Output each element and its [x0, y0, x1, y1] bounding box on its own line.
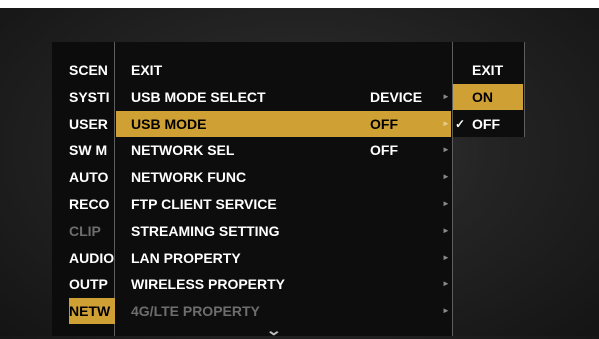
main-menu-item[interactable]: CLIP [69, 218, 115, 244]
option-item-label: EXIT [472, 62, 504, 78]
submenu-arrow-icon: ► [442, 145, 450, 155]
main-menu-item-label: SCEN [69, 62, 108, 78]
network-menu-item-label: WIRELESS PROPERTY [131, 276, 286, 293]
main-menu-item[interactable]: SW M [69, 137, 115, 163]
network-menu-item-value: OFF [370, 115, 398, 132]
network-menu-item[interactable]: FTP CLIENT SERVICE ► [116, 191, 451, 217]
submenu-arrow-icon: ► [442, 91, 450, 101]
option-item[interactable]: ✓ OFF [453, 111, 523, 137]
option-item-label: ON [472, 88, 493, 105]
network-menu-item-label: USB MODE SELECT [131, 88, 266, 105]
network-menu-item[interactable]: USB MODE OFF ► [116, 110, 451, 137]
network-menu-item-label: 4G/LTE PROPERTY [131, 303, 260, 320]
network-menu-item-label: NETWORK SEL [131, 142, 235, 159]
main-menu-item-label: NETW [69, 303, 111, 320]
main-menu-item[interactable]: RECO [69, 191, 115, 217]
network-menu-item-label: EXIT [131, 62, 163, 78]
main-menu-item[interactable]: USER [69, 111, 115, 137]
divider-line [524, 42, 525, 137]
main-menu-item[interactable]: OUTP [69, 271, 115, 297]
network-menu-item-value: OFF [370, 142, 398, 159]
main-menu-item-label: SW M [69, 142, 108, 159]
main-menu-item-label: AUTO [69, 169, 109, 186]
network-menu-item[interactable]: NETWORK FUNC ► [116, 164, 451, 190]
network-menu-item-label: NETWORK FUNC [131, 169, 247, 186]
submenu-arrow-icon: ► [442, 225, 450, 235]
main-menu-item[interactable]: AUTO [69, 164, 115, 190]
main-menu-item-label: RECO [69, 196, 110, 212]
network-menu-item[interactable]: WIRELESS PROPERTY ► [116, 271, 451, 297]
network-menu-item-value: DEVICE [370, 88, 423, 105]
checkmark-icon: ✓ [455, 116, 466, 131]
network-menu-item-label: USB MODE [131, 115, 207, 132]
main-menu-item[interactable]: AUDIO [69, 245, 115, 271]
main-menu-item[interactable]: NETW [69, 298, 115, 325]
main-menu-item-label: USER [69, 115, 108, 132]
option-item[interactable]: EXIT [453, 57, 523, 83]
main-menu-item-label: AUDIO [69, 249, 115, 266]
network-menu-item-label: STREAMING SETTING [131, 222, 280, 239]
top-border [0, 0, 599, 8]
network-menu-item[interactable]: LAN PROPERTY ► [116, 245, 451, 271]
submenu-arrow-icon: ► [442, 199, 450, 208]
main-menu-item-label: SYSTI [69, 88, 110, 105]
network-menu-item[interactable]: USB MODE SELECT DEVICE ► [116, 84, 451, 110]
main-menu-item-label: CLIP [69, 222, 101, 239]
submenu-arrow-icon: ► [442, 306, 450, 316]
submenu-arrow-icon: ► [442, 252, 450, 262]
option-item[interactable]: ON [453, 83, 523, 110]
camera-menu-screen: SCEN SYSTI USER SW M AUTO RECO CLIP AUDIO OUTP NE… [0, 0, 599, 339]
network-menu-item[interactable]: 4G/LTE PROPERTY ► [116, 298, 451, 324]
main-menu-item[interactable]: SYSTI [69, 84, 115, 110]
submenu-arrow-icon: ► [442, 279, 450, 289]
network-menu-item[interactable]: EXIT [116, 57, 451, 83]
main-menu-item-label: OUTP [69, 276, 108, 293]
network-menu-item[interactable]: STREAMING SETTING ► [116, 218, 451, 244]
submenu-arrow-icon: ► [442, 118, 450, 128]
network-menu-item[interactable]: NETWORK SEL OFF ► [116, 137, 451, 163]
scroll-down-icon[interactable]: ⌄ [266, 322, 282, 339]
main-menu-item[interactable]: SCEN [69, 57, 115, 83]
network-menu-item-label: LAN PROPERTY [131, 249, 241, 266]
submenu-arrow-icon: ► [442, 172, 450, 182]
network-menu-item-label: FTP CLIENT SERVICE [131, 196, 277, 212]
option-item-label: OFF [472, 115, 500, 132]
